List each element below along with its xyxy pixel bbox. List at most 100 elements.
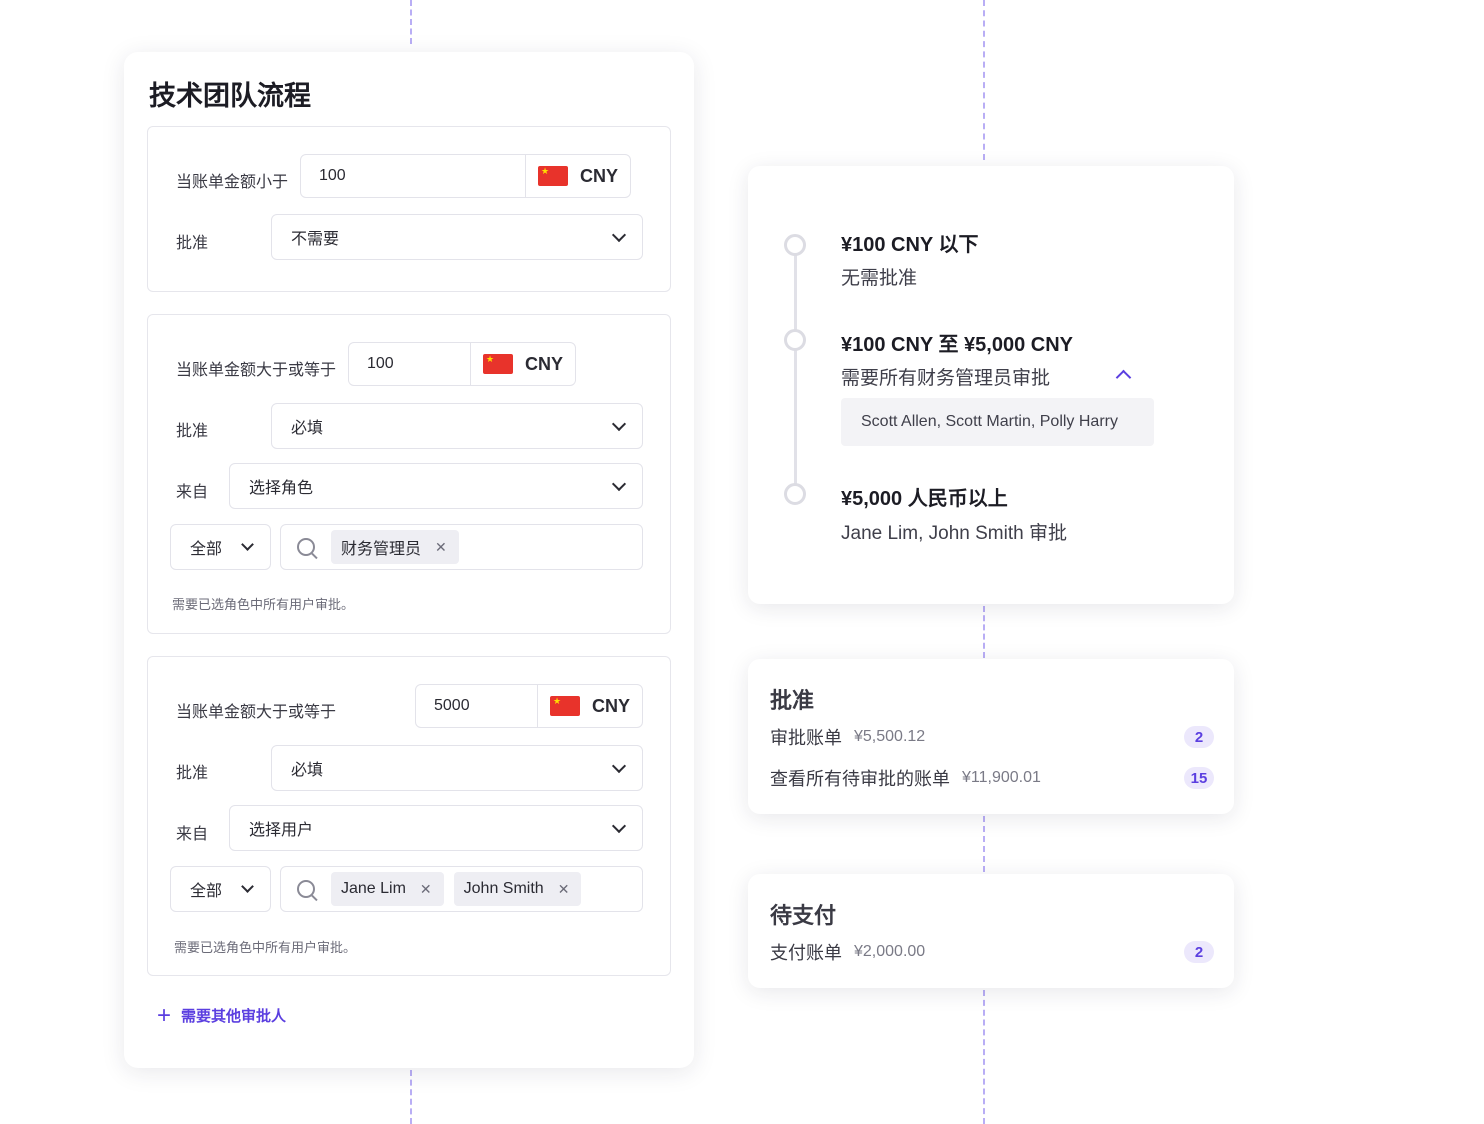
scope-value: 全部 [190,883,223,900]
count-badge: 2 [1184,941,1214,963]
approval-card-title: 批准 [770,688,815,713]
rule-3: 当账单金额大于或等于 5000 CNY 批准 必填 来自 选择用户 全部 Jan… [147,656,671,976]
chevron-down-icon [241,880,254,893]
currency-code: CNY [579,165,618,186]
row-name: 支付账单 [770,943,842,963]
connector-line [410,0,412,44]
timeline-card: ¥100 CNY 以下 无需批准 ¥100 CNY 至 ¥5,000 CNY 需… [748,166,1234,604]
chevron-down-icon [611,227,627,242]
connector-line [983,606,985,658]
selected-role-chip: 财务管理员 ✕ [331,530,459,564]
plus-icon: + [157,1001,172,1029]
approval-label: 批准 [176,235,209,252]
rule-condition-label: 当账单金额大于或等于 [176,704,337,721]
connector-line [410,1070,412,1124]
approver-names: Scott Allen, Scott Martin, Polly Harry [841,398,1154,446]
timeline-item-title: ¥5,000 人民币以上 [841,488,1008,510]
timeline-dot [784,483,806,505]
approval-value: 必填 [291,762,324,779]
rule-1: 当账单金额小于 100 CNY 批准 不需要 [147,126,671,292]
currency-select[interactable]: CNY [469,343,575,385]
workflow-title: 技术团队流程 [149,81,311,111]
timeline-item-title: ¥100 CNY 以下 [841,234,979,256]
close-icon[interactable]: ✕ [420,881,432,898]
search-icon [297,880,315,898]
role-select[interactable]: 选择角色 [229,463,643,509]
add-approver-button[interactable]: + 需要其他审批人 [157,1001,287,1029]
timeline-item-subtitle: 需要所有财务管理员审批 [841,368,1051,389]
scope-select[interactable]: 全部 [170,866,271,912]
scope-select[interactable]: 全部 [170,524,271,570]
selected-user-chip: John Smith ✕ [453,872,582,906]
currency-select[interactable]: CNY [536,685,642,727]
role-select-value: 选择角色 [249,480,314,497]
china-flag-icon [537,166,568,186]
amount-value[interactable]: 100 [301,155,525,197]
rule-condition-label: 当账单金额小于 [176,174,289,191]
timeline-item-subtitle: Jane Lim, John Smith 审批 [841,523,1067,544]
approval-label: 批准 [176,765,209,782]
close-icon[interactable]: ✕ [558,881,570,898]
approval-select[interactable]: 必填 [271,745,643,791]
row-amount: ¥2,000.00 [854,943,926,960]
row-amount: ¥11,900.01 [962,769,1041,786]
timeline-item-title: ¥100 CNY 至 ¥5,000 CNY [841,334,1073,356]
payment-row[interactable]: 支付账单 ¥2,000.00 2 [770,939,1214,965]
approval-card: 批准 审批账单 ¥5,500.12 2 查看所有待审批的账单 ¥11,900.0… [748,659,1234,814]
timeline-dot [784,329,806,351]
amount-field[interactable]: 5000 CNY [415,684,643,728]
add-approver-label: 需要其他审批人 [181,1008,287,1025]
chevron-down-icon [611,416,627,431]
timeline-dot [784,234,806,256]
approval-row[interactable]: 查看所有待审批的账单 ¥11,900.01 15 [770,765,1214,791]
chip-label: Jane Lim [341,880,406,897]
rule-2: 当账单金额大于或等于 100 CNY 批准 必填 来自 选择角色 全部 财务管理… [147,314,671,634]
amount-value[interactable]: 100 [349,343,470,385]
rule-condition-label: 当账单金额大于或等于 [176,362,337,379]
approval-value: 必填 [291,420,324,437]
china-flag-icon [549,696,580,716]
count-badge: 15 [1184,767,1214,789]
chevron-down-icon [611,476,627,491]
from-label: 来自 [176,484,209,501]
china-flag-icon [482,354,513,374]
amount-field[interactable]: 100 CNY [348,342,576,386]
currency-code: CNY [591,695,630,716]
user-select-value: 选择用户 [249,822,314,839]
amount-field[interactable]: 100 CNY [300,154,631,198]
selected-user-chip: Jane Lim ✕ [331,872,444,906]
user-select[interactable]: 选择用户 [229,805,643,851]
payment-card-title: 待支付 [770,903,837,928]
workflow-card: 技术团队流程 当账单金额小于 100 CNY 批准 不需要 当账单金额大于或等于… [124,52,694,1068]
row-name: 审批账单 [770,728,842,748]
approval-label: 批准 [176,423,209,440]
role-search-input[interactable]: 财务管理员 ✕ [280,524,643,570]
chevron-up-icon[interactable] [1115,369,1132,386]
close-icon[interactable]: ✕ [435,539,447,556]
user-search-input[interactable]: Jane Lim ✕ John Smith ✕ [280,866,643,912]
count-badge: 2 [1184,726,1214,748]
approval-select[interactable]: 不需要 [271,214,643,260]
chevron-down-icon [241,538,254,551]
approval-select[interactable]: 必填 [271,403,643,449]
rule-hint: 需要已选角色中所有用户审批。 [172,597,355,612]
currency-select[interactable]: CNY [524,155,630,197]
chip-label: John Smith [463,880,544,897]
timeline-line [794,248,797,496]
connector-line [983,816,985,872]
rule-hint: 需要已选角色中所有用户审批。 [174,940,357,955]
approval-value: 不需要 [291,231,340,248]
row-amount: ¥5,500.12 [854,728,926,745]
chevron-down-icon [611,818,627,833]
from-label: 来自 [176,826,209,843]
row-name: 查看所有待审批的账单 [770,769,950,789]
search-icon [297,538,315,556]
amount-value[interactable]: 5000 [416,685,537,727]
connector-line [983,0,985,160]
chevron-down-icon [611,758,627,773]
approval-row[interactable]: 审批账单 ¥5,500.12 2 [770,724,1214,750]
connector-line [983,990,985,1124]
chip-label: 财务管理员 [341,541,422,558]
timeline-item-subtitle: 无需批准 [841,268,918,289]
scope-value: 全部 [190,541,223,558]
